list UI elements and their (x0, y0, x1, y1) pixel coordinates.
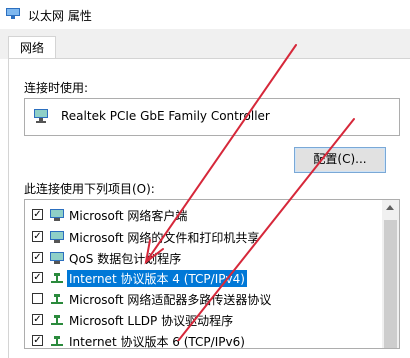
checkbox[interactable]: ✓ (32, 209, 43, 220)
scrollbar[interactable] (382, 200, 399, 348)
list-item[interactable]: ✓ QoS 数据包计划程序 (25, 248, 380, 269)
checkbox[interactable] (32, 293, 43, 304)
network-adapter-icon (34, 109, 48, 123)
scroll-thumb[interactable] (384, 220, 397, 348)
list-item[interactable]: ✓ Internet 协议版本 6 (TCP/IPv6) (25, 331, 380, 349)
qos-scheduler-icon (50, 252, 64, 264)
item-label: Microsoft 网络的文件和打印机共享 (69, 231, 260, 245)
item-label: Internet 协议版本 6 (TCP/IPv6) (69, 335, 245, 349)
scroll-up-icon[interactable] (386, 205, 394, 210)
network-client-icon (50, 209, 64, 221)
protocol-icon (51, 273, 63, 283)
item-label: Microsoft 网络适配器多路传送器协议 (69, 293, 272, 307)
list-item[interactable]: Microsoft 网络适配器多路传送器协议 (25, 289, 380, 310)
list-item[interactable]: ✓ Microsoft LLDP 协议驱动程序 (25, 310, 380, 331)
checkbox[interactable]: ✓ (32, 231, 43, 242)
items-list[interactable]: ✓ Microsoft 网络客户端 ✓ Microsoft 网络的文件和打印机共… (24, 199, 400, 349)
network-adapter-icon (6, 8, 20, 19)
checkbox[interactable]: ✓ (32, 252, 43, 263)
list-item[interactable]: ✓ Microsoft 网络客户端 (25, 205, 380, 226)
list-item[interactable]: ✓ Microsoft 网络的文件和打印机共享 (25, 227, 380, 248)
protocol-icon (51, 315, 63, 325)
item-label: Microsoft 网络客户端 (69, 209, 188, 223)
configure-button[interactable]: 配置(C)... (294, 147, 386, 173)
protocol-icon (51, 294, 63, 304)
tab-strip: 网络 (0, 29, 410, 61)
item-label: Microsoft LLDP 协议驱动程序 (69, 314, 234, 328)
title-bar: 以太网 属性 (0, 0, 410, 29)
file-printer-sharing-icon (50, 231, 64, 243)
window-title: 以太网 属性 (28, 9, 92, 23)
protocol-icon (51, 336, 63, 346)
items-label: 此连接使用下列项目(O): (24, 182, 155, 196)
list-item-selected[interactable]: ✓ Internet 协议版本 4 (TCP/IPv4) (25, 268, 380, 289)
adapter-box: Realtek PCIe GbE Family Controller (24, 98, 400, 136)
connect-using-label: 连接时使用: (24, 81, 89, 95)
checkbox[interactable]: ✓ (32, 314, 43, 325)
item-label: QoS 数据包计划程序 (69, 252, 182, 266)
checkbox[interactable]: ✓ (32, 272, 43, 283)
item-label: Internet 协议版本 4 (TCP/IPv4) (67, 270, 247, 287)
adapter-name: Realtek PCIe GbE Family Controller (61, 109, 270, 123)
